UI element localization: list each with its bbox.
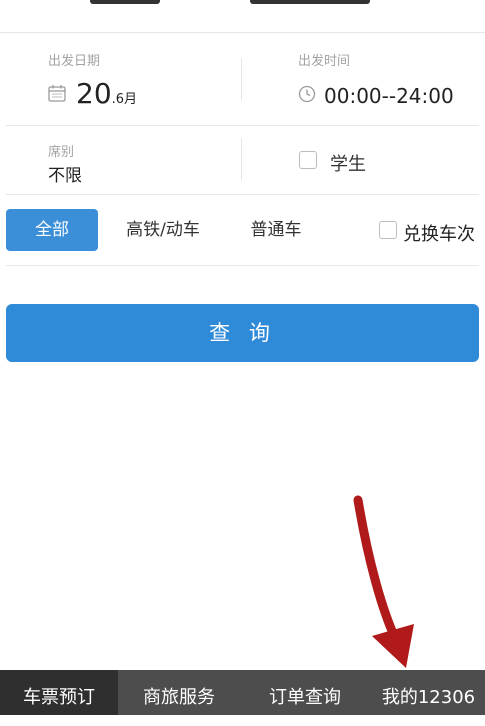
student-checkbox[interactable] [299,151,317,169]
exchange-label: 兑换车次 [403,224,475,245]
tab-business-travel[interactable]: 商旅服务 [124,670,234,715]
tab-my-12306[interactable]: 我的12306 [372,670,485,715]
station-row-cut [0,0,485,33]
seat-value[interactable]: 不限 [48,161,82,186]
filter-normal-button[interactable]: 普通车 [238,209,314,251]
divider [6,194,479,195]
date-label: 出发日期 [48,54,101,69]
filter-all-button[interactable]: 全部 [6,209,98,251]
station-from-cut[interactable] [90,0,160,4]
divider-vertical [241,138,242,180]
date-month: .6月 [111,92,138,107]
query-button[interactable]: 查 询 [6,304,479,362]
tab-ticket-booking[interactable]: 车票预订 [0,670,118,715]
date-day: 20 [76,77,112,110]
divider [6,125,479,126]
calendar-icon [48,85,66,102]
bottom-tab-bar: 车票预订 商旅服务 订单查询 我的12306 [0,670,485,715]
seat-label: 席别 [48,145,75,160]
filter-high-speed-button[interactable]: 高铁/动车 [116,209,210,251]
student-label: 学生 [330,154,366,175]
tab-order-query[interactable]: 订单查询 [250,670,360,715]
station-to-cut[interactable] [250,0,370,4]
divider-vertical [241,58,242,100]
time-value[interactable]: 00:00--24:00 [324,84,454,108]
clock-icon [298,85,316,103]
exchange-checkbox[interactable] [379,221,397,239]
date-value[interactable]: 20.6月 [76,80,137,108]
divider [6,265,479,266]
time-label: 出发时间 [298,54,351,69]
